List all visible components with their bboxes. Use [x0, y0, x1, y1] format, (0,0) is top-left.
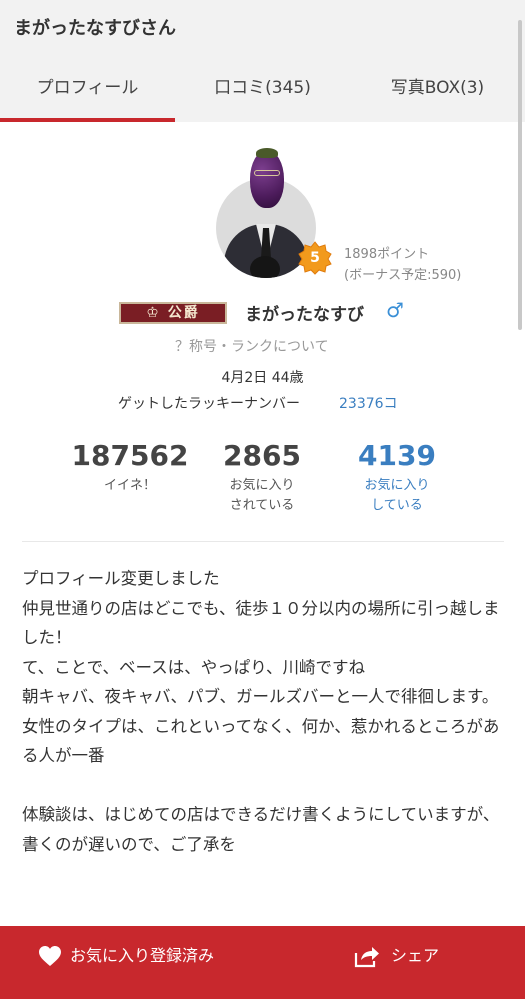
stat-likes-value: 187562	[71, 439, 189, 472]
share-button[interactable]: シェア	[262, 926, 525, 986]
male-gender-icon: ♂	[386, 298, 404, 322]
header: まがったなすびさん	[0, 0, 525, 58]
eggplant-head-icon	[250, 150, 284, 208]
eggplant-stem-icon	[256, 148, 278, 158]
bio-line	[22, 771, 502, 801]
share-button-label: シェア	[391, 946, 440, 965]
stat-favorited-by-value: 2865	[223, 439, 301, 472]
bonus-points: (ボーナス予定:590)	[344, 268, 462, 283]
birthday-age: 4月2日 44歳	[221, 370, 304, 386]
stat-favorites-label-line2[interactable]: している	[345, 496, 449, 516]
stat-favorited-by-label: お気に入り されている	[210, 476, 314, 516]
profile-bio: プロフィール変更しました 仲見世通りの店はどこでも、徒歩１０分以内の場所に引っ越…	[22, 564, 502, 859]
stat-favorited-by-label-line2: されている	[229, 498, 295, 513]
crown-icon: ♔	[146, 305, 168, 321]
glasses-icon	[254, 170, 280, 176]
heart-icon	[39, 946, 61, 966]
tab-photo-box[interactable]: 写真BOX(3)	[350, 58, 525, 122]
title-badge: ♔ 公爵	[119, 302, 227, 324]
lucky-number-label: ゲットしたラッキーナンバー	[118, 396, 300, 412]
rank-badge: 5	[298, 241, 332, 275]
tab-bar: プロフィール 口コミ(345) 写真BOX(3)	[0, 58, 525, 122]
share-icon	[354, 947, 379, 968]
avatar: 5	[216, 148, 332, 278]
stat-likes-label: イイネ！	[103, 478, 156, 493]
bottom-action-bar: お気に入り登録済み シェア	[0, 926, 525, 999]
page-title: まがったなすびさん	[14, 18, 176, 39]
stat-favorited-by-label-line1: お気に入り	[229, 478, 295, 493]
bio-line: 女性のタイプは、これといってなく、何か、惹かれるところがある人が一番	[22, 716, 500, 766]
stat-favorited-by: 2865 お気に入り されている	[210, 440, 314, 516]
lucky-number-link[interactable]: 23376コ	[339, 393, 398, 413]
rank-number: 5	[310, 250, 320, 266]
divider	[22, 541, 504, 542]
bio-line: て、ことで、ベースは、やっぱり、川崎ですね	[22, 657, 366, 677]
bio-line: 仲見世通りの店はどこでも、徒歩１０分以内の場所に引っ越しました！	[22, 598, 500, 648]
points-info: 1898ポイント (ボーナス予定:590)	[344, 244, 461, 286]
stat-favorites-label-line1[interactable]: お気に入り	[345, 476, 449, 496]
bio-line: 体験談は、はじめての店はできるだけ書くようにしていますが、書くのが遅いので、ご了…	[22, 805, 500, 854]
profile-page: まがったなすびさん プロフィール 口コミ(345) 写真BOX(3) 5 189…	[0, 0, 525, 999]
tab-reviews[interactable]: 口コミ(345)	[175, 58, 350, 122]
avatar-hat	[250, 256, 280, 278]
user-name: まがったなすび	[245, 305, 364, 325]
rank-info-link[interactable]: ？称号・ランクについて	[175, 336, 329, 356]
favorite-button-label: お気に入り登録済み	[70, 946, 215, 965]
stat-favorites-value[interactable]: 4139	[345, 440, 449, 472]
stat-favorites[interactable]: 4139 お気に入り している	[345, 440, 449, 516]
stat-likes: 187562 イイネ！	[70, 440, 190, 496]
scrollbar[interactable]	[518, 20, 522, 330]
favorite-button[interactable]: お気に入り登録済み	[0, 926, 262, 986]
tab-profile[interactable]: プロフィール	[0, 58, 175, 122]
points-value: 1898ポイント	[344, 247, 430, 262]
bio-line: 朝キャバ、夜キャバ、パブ、ガールズバーと一人で徘徊します。	[22, 687, 499, 706]
stat-favorites-label[interactable]: お気に入り している	[345, 476, 449, 516]
title-badge-text: 公爵	[167, 305, 200, 321]
bio-line: プロフィール変更しました	[22, 569, 220, 588]
